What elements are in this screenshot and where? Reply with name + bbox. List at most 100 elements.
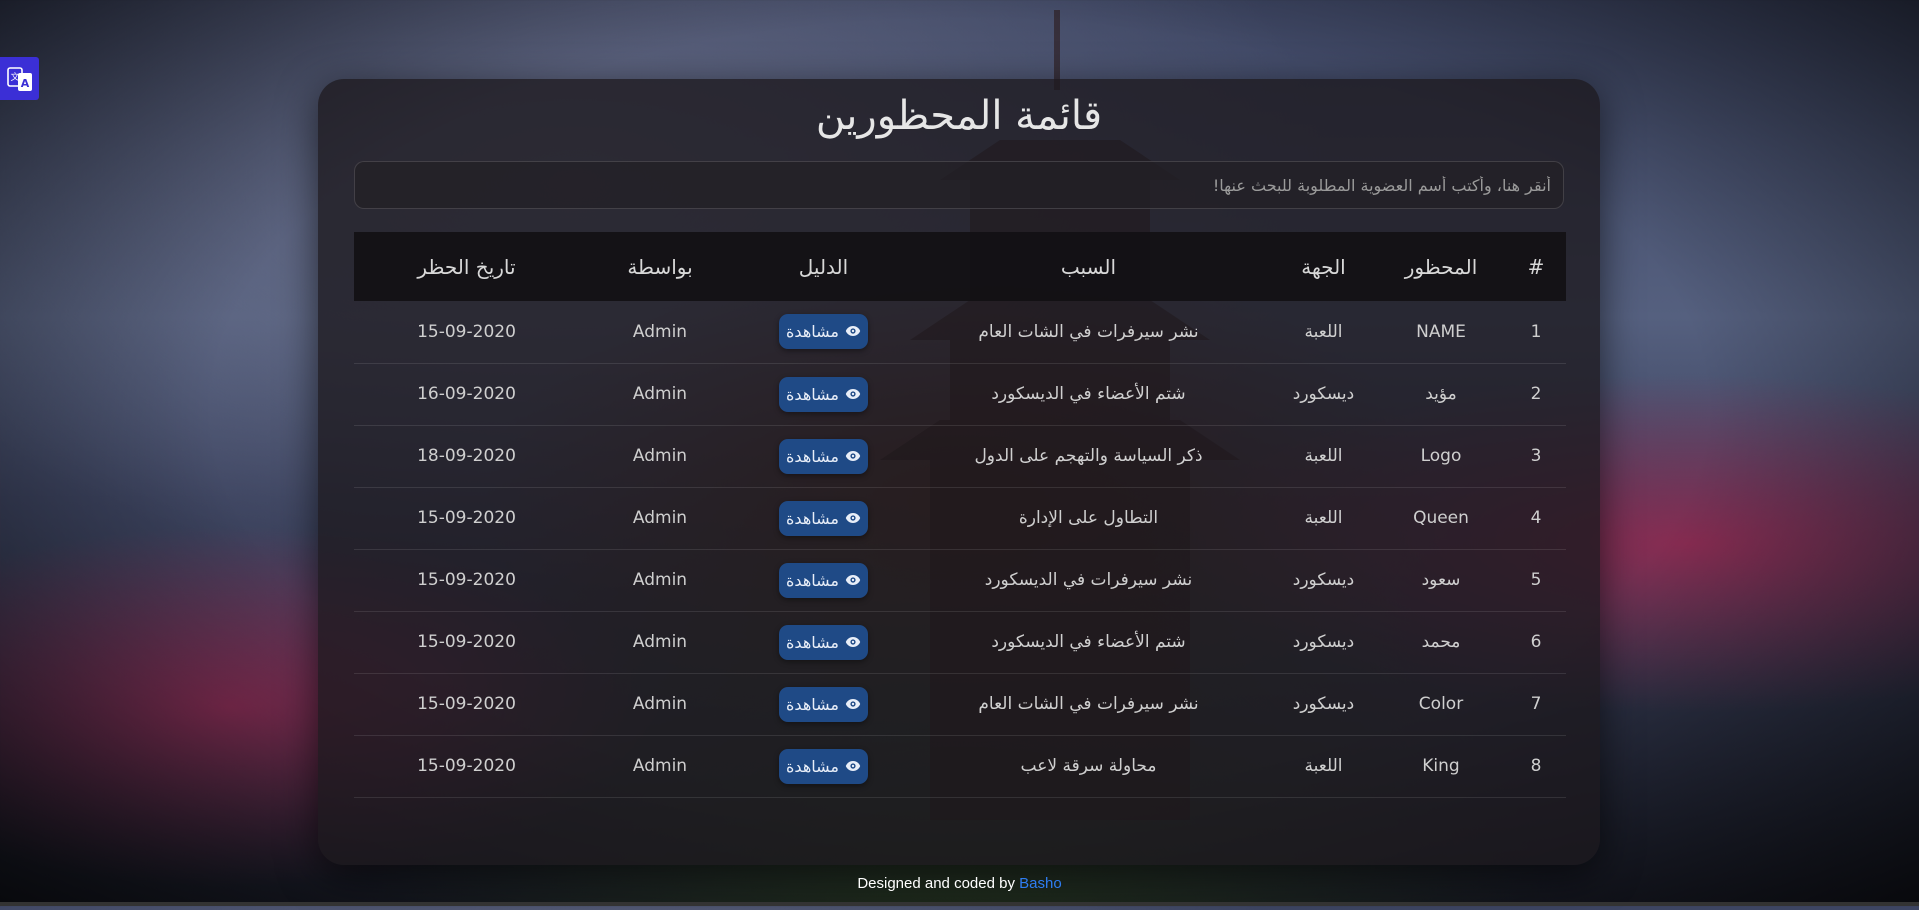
cell-number: 7 <box>1530 694 1542 714</box>
cell-ban-date: 15-09-2020 <box>417 694 516 714</box>
page-title: قائمة المحظورين <box>815 93 1103 139</box>
footer: Designed and coded by Basho <box>0 875 1919 892</box>
cell-banned-name: Color <box>1418 694 1464 714</box>
header-banned-name: المحظور <box>1404 254 1478 279</box>
view-proof-button[interactable]: مشاهدة <box>779 376 868 412</box>
cell-reason: ذكر السياسة والتهجم على الدول <box>974 446 1203 466</box>
cell-proof: مشاهدة <box>741 549 906 611</box>
cell-proof: مشاهدة <box>741 425 906 487</box>
translate-icon: A 文 <box>6 66 32 91</box>
cell-banned-by: Admin <box>632 446 688 466</box>
search-input[interactable] <box>354 161 1564 209</box>
eye-icon <box>845 447 861 466</box>
view-proof-button[interactable]: مشاهدة <box>779 748 868 784</box>
view-proof-label: مشاهدة <box>786 508 839 528</box>
header-banned-by: بواسطة <box>627 254 693 279</box>
cell-banned-name: NAME <box>1416 321 1466 342</box>
eye-icon <box>845 757 861 776</box>
table-row: 6 محمد ديسكورد شتم الأعضاء في الديسكورد مشاه… <box>354 611 1566 673</box>
cell-side: ديسكورد <box>1292 570 1355 590</box>
cell-banned-by: Admin <box>632 756 688 776</box>
svg-text:A: A <box>20 77 29 90</box>
cell-reason: شتم الأعضاء في الديسكورد <box>991 384 1186 404</box>
cell-ban-date: 16-09-2020 <box>417 384 516 404</box>
horizontal-scrollbar[interactable] <box>0 902 1919 906</box>
cell-banned-by: Admin <box>632 694 688 714</box>
table-row: 2 مؤيد ديسكورد شتم الأعضاء في الديسكورد مشاه… <box>354 363 1566 425</box>
view-proof-button[interactable]: مشاهدة <box>779 500 868 536</box>
footer-author-link[interactable]: Basho <box>1019 875 1062 892</box>
table-row: 4 Queen اللعبة التطاول على الإدارة مشاهدة Adm… <box>354 487 1566 549</box>
table-row: 5 سعود ديسكورد نشر سيرفرات في الديسكورد مشاه… <box>354 549 1566 611</box>
cell-side: ديسكورد <box>1292 632 1355 652</box>
header-number: # <box>1527 254 1545 279</box>
cell-banned-name: محمد <box>1421 632 1461 652</box>
cell-banned-name: مؤيد <box>1425 384 1457 404</box>
cell-banned-by: Admin <box>632 570 688 590</box>
banned-list-panel: قائمة المحظورين # المحظور الجهة السبب ال… <box>318 79 1600 865</box>
view-proof-label: مشاهدة <box>786 570 839 590</box>
cell-banned-name: Logo <box>1420 446 1462 466</box>
table-row: 7 Color ديسكورد نشر سيرفرات في الشات العام م… <box>354 673 1566 735</box>
cell-proof: مشاهدة <box>741 363 906 425</box>
footer-credit-text: Designed and coded by <box>857 875 1020 892</box>
cell-banned-name: Queen <box>1413 508 1469 528</box>
view-proof-button[interactable]: مشاهدة <box>779 686 868 722</box>
cell-proof: مشاهدة <box>741 301 906 363</box>
cell-number: 5 <box>1530 570 1542 590</box>
cell-banned-by: Admin <box>632 321 688 342</box>
svg-text:文: 文 <box>10 71 19 83</box>
cell-number: 1 <box>1530 321 1542 342</box>
cell-ban-date: 15-09-2020 <box>417 632 516 652</box>
view-proof-label: مشاهدة <box>786 446 839 466</box>
cell-banned-by: Admin <box>632 508 688 528</box>
banned-table: # المحظور الجهة السبب الدليل بواسطة تاري… <box>354 232 1566 798</box>
cell-proof: مشاهدة <box>741 735 906 797</box>
view-proof-label: مشاهدة <box>786 694 839 714</box>
view-proof-button[interactable]: مشاهدة <box>779 562 868 598</box>
table-row: 8 King اللعبة محاولة سرقة لاعب مشاهدة Admin 15… <box>354 735 1566 797</box>
cell-number: 3 <box>1530 446 1542 466</box>
view-proof-button[interactable]: مشاهدة <box>779 624 868 660</box>
table-row: 1 NAME اللعبة نشر سيرفرات في الشات العام مشا… <box>354 301 1566 363</box>
table-row: 3 Logo اللعبة ذكر السياسة والتهجم على الدول… <box>354 425 1566 487</box>
cell-side: اللعبة <box>1304 756 1343 776</box>
cell-proof: مشاهدة <box>741 673 906 735</box>
view-proof-button[interactable]: مشاهدة <box>779 438 868 474</box>
eye-icon <box>845 571 861 590</box>
header-side: الجهة <box>1301 254 1346 279</box>
view-proof-label: مشاهدة <box>786 384 839 404</box>
cell-banned-name: King <box>1422 756 1460 776</box>
cell-ban-date: 15-09-2020 <box>417 570 516 590</box>
cell-ban-date: 15-09-2020 <box>417 508 516 528</box>
cell-ban-date: 18-09-2020 <box>417 446 516 466</box>
cell-number: 2 <box>1530 384 1542 404</box>
cell-side: اللعبة <box>1304 508 1343 528</box>
header-proof: الدليل <box>798 254 849 279</box>
cell-number: 8 <box>1530 756 1542 776</box>
cell-reason: نشر سيرفرات في الديسكورد <box>984 570 1193 590</box>
cell-reason: شتم الأعضاء في الديسكورد <box>991 632 1186 652</box>
cell-banned-name: سعود <box>1421 570 1461 590</box>
cell-banned-by: Admin <box>632 384 688 404</box>
cell-side: ديسكورد <box>1292 384 1355 404</box>
view-proof-label: مشاهدة <box>786 632 839 652</box>
view-proof-label: مشاهدة <box>786 322 839 342</box>
cell-reason: التطاول على الإدارة <box>1018 508 1159 528</box>
table-body: 1 NAME اللعبة نشر سيرفرات في الشات العام مشا… <box>354 301 1566 797</box>
eye-icon <box>845 509 861 528</box>
translate-widget[interactable]: A 文 <box>0 57 39 100</box>
eye-icon <box>845 695 861 714</box>
cell-side: ديسكورد <box>1292 694 1355 714</box>
cell-side: اللعبة <box>1304 446 1343 466</box>
cell-number: 6 <box>1530 632 1542 652</box>
cell-reason: نشر سيرفرات في الشات العام <box>978 321 1199 342</box>
header-reason: السبب <box>1060 254 1117 279</box>
view-proof-button[interactable]: مشاهدة <box>779 314 868 350</box>
view-proof-label: مشاهدة <box>786 756 839 776</box>
banned-table-wrapper: # المحظور الجهة السبب الدليل بواسطة تاري… <box>354 232 1566 798</box>
cell-ban-date: 15-09-2020 <box>417 321 516 342</box>
cell-proof: مشاهدة <box>741 611 906 673</box>
cell-reason: محاولة سرقة لاعب <box>1020 756 1157 776</box>
cell-proof: مشاهدة <box>741 487 906 549</box>
